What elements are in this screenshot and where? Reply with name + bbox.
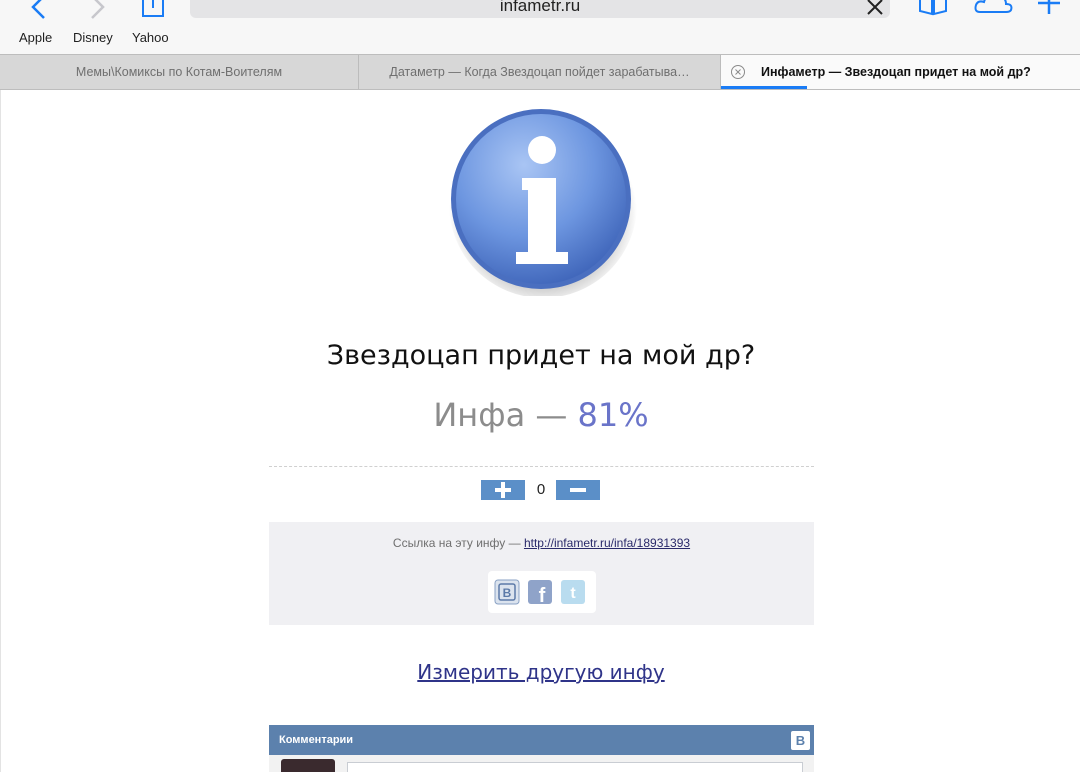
measure-another-line: Измерить другую инфу — [1, 660, 1080, 684]
comments-header: Комментарии В — [269, 725, 814, 755]
new-tab-button[interactable] — [1036, 0, 1062, 18]
share-icon — [142, 0, 164, 17]
tab-memes[interactable]: Мемы\Комиксы по Котам-Воителям — [0, 55, 359, 89]
vk-icon[interactable]: B — [494, 579, 520, 605]
bookmarks-button[interactable] — [918, 0, 948, 16]
icloud-tabs-button[interactable] — [974, 0, 1014, 16]
result-line: Инфа — 81% — [1, 396, 1080, 434]
close-icon[interactable] — [864, 0, 886, 18]
share-link-line: Ссылка на эту инфу — http://infametr.ru/… — [269, 536, 814, 550]
result-separator: — — [535, 396, 568, 434]
vk-logo-icon: В — [791, 731, 810, 750]
result-label: Инфа — [433, 396, 526, 434]
svg-text:t: t — [570, 585, 576, 602]
favorite-yahoo[interactable]: Yahoo — [132, 30, 169, 45]
comments-title: Комментарии — [279, 734, 354, 746]
close-tab-icon[interactable] — [730, 64, 746, 80]
plus-icon — [1038, 0, 1060, 14]
question-title: Звездоцап придет на мой др? — [326, 340, 756, 371]
twitter-icon[interactable]: t — [560, 579, 586, 605]
address-bar[interactable]: infametr.ru — [190, 0, 890, 18]
svg-text:B: B — [503, 586, 512, 600]
share-button[interactable] — [140, 0, 166, 20]
share-link-box: Ссылка на эту инфу — http://infametr.ru/… — [269, 522, 814, 625]
social-share-buttons: B f t — [488, 571, 596, 613]
measure-another-link[interactable]: Измерить другую инфу — [417, 660, 664, 684]
chevron-left-icon — [31, 0, 45, 19]
chevron-right-icon — [91, 0, 105, 19]
share-link-label: Ссылка на эту инфу — — [392, 536, 521, 550]
info-icon — [449, 109, 637, 296]
divider — [269, 466, 814, 467]
vote-down-button[interactable] — [556, 480, 600, 500]
result-percentage: 81% — [577, 396, 649, 434]
tab-bar: Мемы\Комиксы по Котам-Воителям Датаметр … — [0, 54, 1080, 90]
facebook-icon[interactable]: f — [527, 579, 553, 605]
avatar — [281, 759, 335, 772]
vote-up-button[interactable] — [481, 480, 525, 500]
browser-toolbar: infametr.ru Apple Disney Yahoo — [0, 0, 1080, 54]
comment-input[interactable] — [347, 762, 803, 772]
forward-button[interactable] — [86, 0, 110, 20]
tab-datametr[interactable]: Датаметр — Когда Звездоцап пойдет зараба… — [359, 55, 721, 89]
active-tab-indicator — [721, 86, 807, 89]
web-page: Звездоцап придет на мой др? Инфа — 81% 0… — [0, 90, 1080, 772]
svg-text:f: f — [539, 585, 546, 605]
favorite-disney[interactable]: Disney — [73, 30, 113, 45]
share-link-url[interactable]: http://infametr.ru/infa/18931393 — [524, 536, 690, 550]
vote-count: 0 — [536, 481, 546, 498]
book-icon — [919, 0, 947, 16]
comments-body — [269, 755, 814, 772]
back-button[interactable] — [26, 0, 50, 20]
url-text[interactable]: infametr.ru — [190, 0, 890, 16]
tab-infametr-active[interactable]: Инфаметр — Звездоцап придет на мой др? — [721, 55, 1080, 89]
cloud-icon — [974, 0, 1013, 13]
favorite-apple[interactable]: Apple — [19, 30, 52, 45]
